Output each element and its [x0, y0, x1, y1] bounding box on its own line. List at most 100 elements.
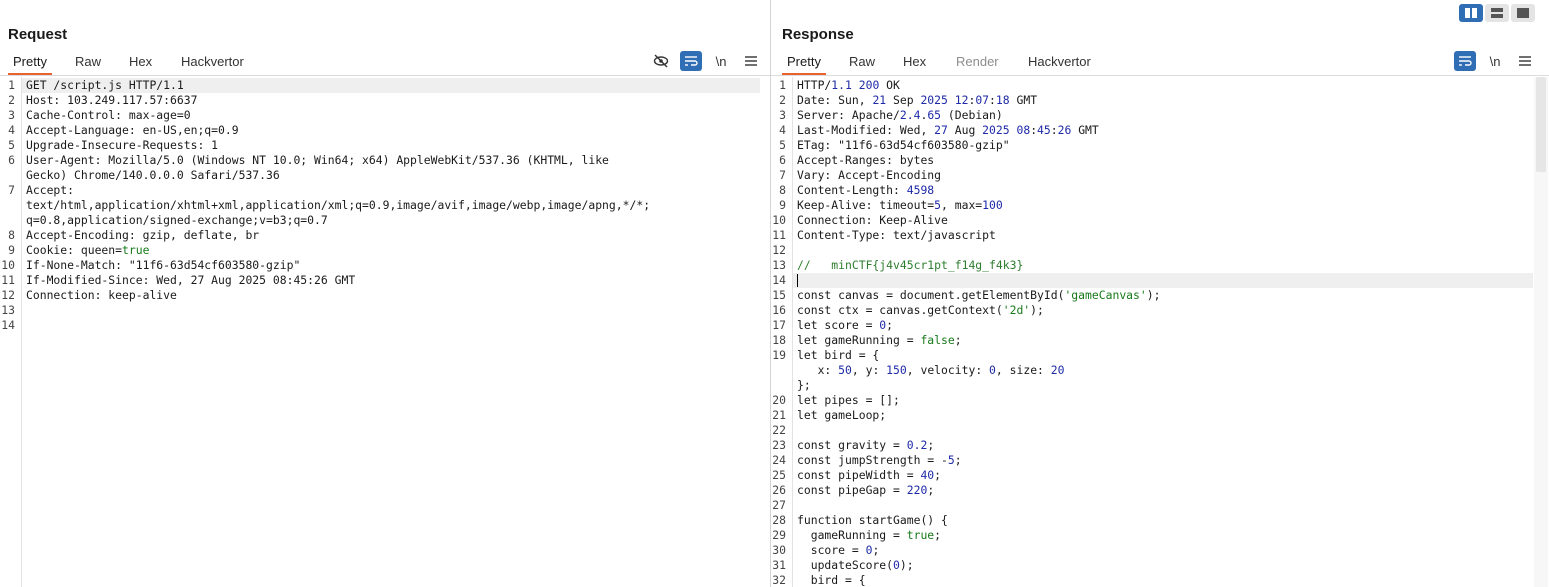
line-number: 12: [772, 243, 786, 257]
line-text: let gameLoop;: [797, 408, 887, 422]
split-horizontal-icon[interactable]: [1459, 4, 1483, 22]
newline-icon[interactable]: \n: [710, 51, 732, 71]
request-code-line: 5 Upgrade-Insecure-Requests: 1: [0, 138, 762, 153]
line-text: Gecko) Chrome/140.0.0.0 Safari/537.36: [26, 168, 280, 182]
line-number: 31: [772, 558, 786, 572]
request-code-line: text/html,application/xhtml+xml,applicat…: [0, 198, 762, 213]
line-number: 30: [772, 543, 786, 557]
line-number: 16: [772, 303, 786, 317]
line-text: Host: 103.249.117.57:6637: [26, 93, 198, 107]
request-code-line: 4 Accept-Language: en-US,en;q=0.9: [0, 123, 762, 138]
response-code-line: 9 Keep-Alive: timeout=5, max=100: [771, 198, 1541, 213]
line-number: 3: [779, 108, 786, 122]
eye-off-icon[interactable]: [650, 51, 672, 71]
request-tab-raw[interactable]: Raw: [70, 50, 106, 74]
response-code-line: 19 let bird = {: [771, 348, 1541, 363]
response-code-line: x: 50, y: 150, velocity: 0, size: 20: [771, 363, 1541, 378]
line-text: ETag: "11f6-63d54cf603580-gzip": [797, 138, 1010, 152]
response-code-line: 29 gameRunning = true;: [771, 528, 1541, 543]
response-editor[interactable]: 1 HTTP/1.1 200 OK 2 Date: Sun, 21 Sep 2025 …: [771, 77, 1549, 587]
text-caret: [797, 274, 798, 287]
line-text: bird = {: [797, 573, 866, 587]
newline-icon[interactable]: \n: [1484, 51, 1506, 71]
response-code-line: 20 let pipes = [];: [771, 393, 1541, 408]
response-code-line: 28 function startGame() {: [771, 513, 1541, 528]
response-code-line: 32 bird = {: [771, 573, 1541, 587]
line-number: 11: [772, 228, 786, 242]
request-code-line: Gecko) Chrome/140.0.0.0 Safari/537.36: [0, 168, 762, 183]
line-number: 20: [772, 393, 786, 407]
menu-icon[interactable]: [740, 51, 762, 71]
response-tab-raw[interactable]: Raw: [844, 50, 880, 74]
line-number: 3: [8, 108, 15, 122]
split-vertical-icon[interactable]: [1485, 4, 1509, 22]
line-text: Server: Apache/2.4.65 (Debian): [797, 108, 1003, 122]
wrap-icon[interactable]: [1454, 51, 1476, 71]
line-number: 4: [8, 123, 15, 137]
response-code-line: 13 // minCTF{j4v45cr1pt_f14g_f4k3}: [771, 258, 1541, 273]
response-code-line: 17 let score = 0;: [771, 318, 1541, 333]
line-text: score = 0;: [797, 543, 880, 557]
line-text: const gravity = 0.2;: [797, 438, 935, 452]
request-tab-hackvertor[interactable]: Hackvertor: [176, 50, 249, 74]
line-number: 23: [772, 438, 786, 452]
line-number: 19: [772, 348, 786, 362]
line-number: 5: [8, 138, 15, 152]
response-code-line: 15 const canvas = document.getElementById…: [771, 288, 1541, 303]
request-code-line: 1 GET /script.js HTTP/1.1: [0, 78, 762, 93]
request-code-line: 8 Accept-Encoding: gzip, deflate, br: [0, 228, 762, 243]
request-code-line: 14: [0, 318, 762, 333]
line-number: 13: [1, 303, 15, 317]
wrap-icon[interactable]: [680, 51, 702, 71]
request-code-line: 3 Cache-Control: max-age=0: [0, 108, 762, 123]
response-code-line: 7 Vary: Accept-Encoding: [771, 168, 1541, 183]
line-text: Date: Sun, 21 Sep 2025 12:07:18 GMT: [797, 93, 1038, 107]
line-number: 29: [772, 528, 786, 542]
line-number: 8: [779, 183, 786, 197]
response-code-line: 5 ETag: "11f6-63d54cf603580-gzip": [771, 138, 1541, 153]
response-code-line: 23 const gravity = 0.2;: [771, 438, 1541, 453]
request-pane: Request Pretty Raw Hex Hackvertor \n 1 GE…: [0, 0, 770, 587]
line-number: 11: [1, 273, 15, 287]
response-code-line: 25 const pipeWidth = 40;: [771, 468, 1541, 483]
response-code-line: 3 Server: Apache/2.4.65 (Debian): [771, 108, 1541, 123]
response-tab-pretty[interactable]: Pretty: [782, 50, 826, 75]
response-code-line: 22: [771, 423, 1541, 438]
response-tab-hex[interactable]: Hex: [898, 50, 931, 74]
line-number: 28: [772, 513, 786, 527]
line-number: 12: [1, 288, 15, 302]
line-number: 24: [772, 453, 786, 467]
response-tab-hackvertor[interactable]: Hackvertor: [1023, 50, 1096, 74]
response-code-line: 8 Content-Length: 4598: [771, 183, 1541, 198]
line-number: 26: [772, 483, 786, 497]
response-tabs: Pretty Raw Hex Render Hackvertor: [771, 50, 1549, 75]
response-code-line: 10 Connection: Keep-Alive: [771, 213, 1541, 228]
request-code-line: 9 Cookie: queen=true: [0, 243, 762, 258]
response-code-line: 12: [771, 243, 1541, 258]
line-number: 14: [1, 318, 15, 332]
single-pane-icon[interactable]: [1511, 4, 1535, 22]
line-text: let pipes = [];: [797, 393, 900, 407]
response-code-line: 4 Last-Modified: Wed, 27 Aug 2025 08:45:2…: [771, 123, 1541, 138]
request-tab-hex[interactable]: Hex: [124, 50, 157, 74]
request-code-line: 11 If-Modified-Since: Wed, 27 Aug 2025 08…: [0, 273, 762, 288]
line-text: // minCTF{j4v45cr1pt_f14g_f4k3}: [797, 258, 1024, 272]
request-editor[interactable]: 1 GET /script.js HTTP/1.1 2 Host: 103.249.1…: [0, 77, 770, 587]
line-number: 32: [772, 573, 786, 587]
line-number: 10: [1, 258, 15, 272]
response-code-line: 18 let gameRunning = false;: [771, 333, 1541, 348]
line-text: Connection: keep-alive: [26, 288, 177, 302]
menu-icon[interactable]: [1514, 51, 1536, 71]
response-title: Response: [782, 26, 854, 43]
response-code-line: };: [771, 378, 1541, 393]
line-text: Cookie: queen=true: [26, 243, 150, 257]
request-code-line: q=0.8,application/signed-exchange;v=b3;q…: [0, 213, 762, 228]
line-number: 8: [8, 228, 15, 242]
line-number: 17: [772, 318, 786, 332]
request-tab-pretty[interactable]: Pretty: [8, 50, 52, 75]
line-text: const ctx = canvas.getContext('2d');: [797, 303, 1044, 317]
request-code-line: 12 Connection: keep-alive: [0, 288, 762, 303]
line-number: 6: [8, 153, 15, 167]
line-number: 5: [779, 138, 786, 152]
line-number: 7: [779, 168, 786, 182]
